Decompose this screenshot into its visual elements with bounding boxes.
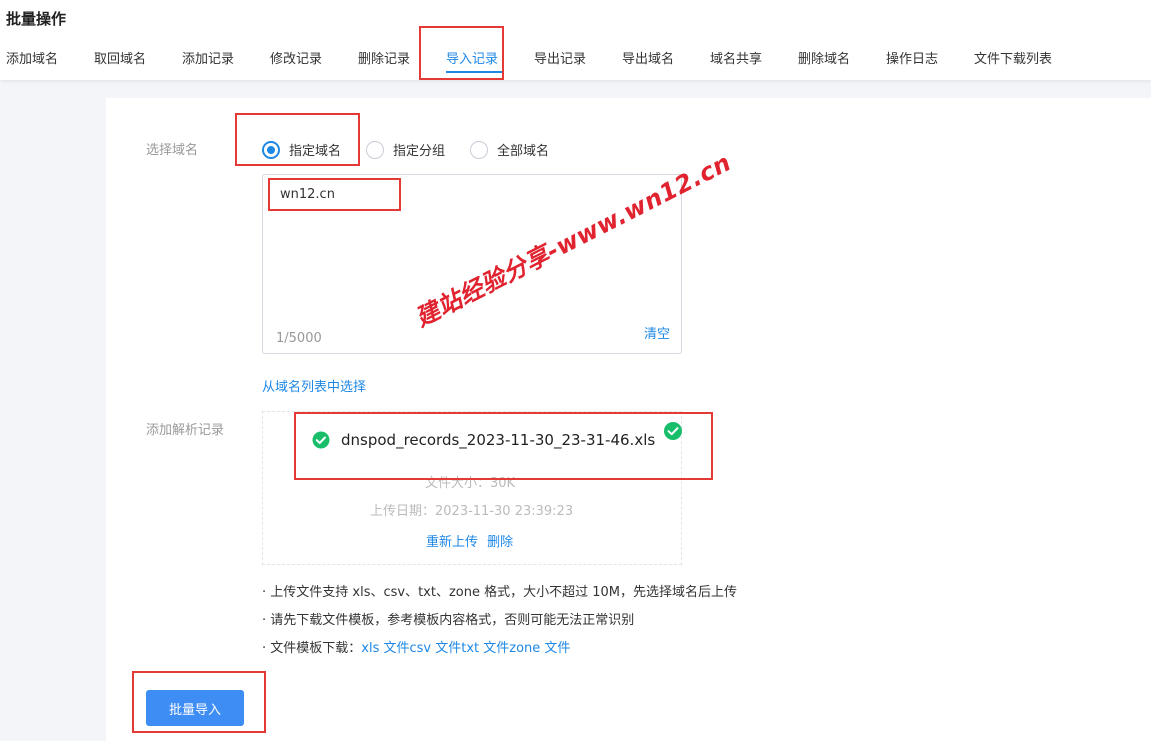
radio-circle-icon (262, 140, 280, 159)
upload-date-value: 2023-11-30 23:39:23 (435, 504, 574, 519)
tab-file-download-list[interactable]: 文件下载列表 (974, 48, 1052, 67)
radio-all-domains[interactable]: 全部域名 (470, 140, 549, 159)
domain-textarea-value: wn12.cn (280, 187, 335, 202)
tab-add-record[interactable]: 添加记录 (182, 48, 234, 67)
template-download-row: · 文件模板下载：xls 文件csv 文件txt 文件zone 文件 (262, 637, 570, 656)
reupload-link[interactable]: 重新上传 (426, 535, 478, 550)
upload-actions: 重新上传 删除 (426, 531, 513, 550)
add-records-label: 添加解析记录 (146, 423, 225, 438)
file-size-value: 30K (490, 476, 516, 491)
template-csv-link[interactable]: csv 文件 (409, 641, 461, 656)
tab-delete-domain[interactable]: 删除域名 (798, 48, 850, 67)
radio-circle-icon (470, 140, 488, 159)
tab-import-records[interactable]: 导入记录 (446, 48, 498, 67)
active-tab-indicator (446, 71, 502, 73)
tab-delete-record[interactable]: 删除记录 (358, 48, 410, 67)
domain-count: 1/5000 (276, 331, 322, 346)
select-domain-label: 选择域名 (146, 143, 199, 158)
tab-export-records[interactable]: 导出记录 (534, 48, 586, 67)
radio-specified-group[interactable]: 指定分组 (366, 140, 445, 159)
upload-date-label: 上传日期： (370, 504, 436, 519)
radio-circle-icon (366, 140, 384, 159)
file-name: dnspod_records_2023-11-30_23-31-46.xls (341, 431, 656, 449)
file-size-info: 文件大小：30K (425, 472, 515, 491)
tip-template: · 请先下载文件模板，参考模板内容格式，否则可能无法正常识别 (262, 613, 635, 628)
page-title: 批量操作 (6, 10, 67, 28)
delete-file-link[interactable]: 删除 (487, 535, 513, 550)
clear-link[interactable]: 清空 (644, 323, 670, 342)
radio-label: 指定域名 (289, 144, 342, 159)
template-txt-link[interactable]: txt 文件 (461, 641, 509, 656)
tip-formats: · 上传文件支持 xls、csv、txt、zone 格式，大小不超过 10M，先… (262, 585, 738, 600)
upload-success-check-icon (664, 422, 682, 440)
top-bar: 批量操作 添加域名 取回域名 添加记录 修改记录 删除记录 导入记录 导出记录 … (0, 0, 1151, 80)
upload-date-info: 上传日期：2023-11-30 23:39:23 (370, 500, 573, 519)
tab-domain-share[interactable]: 域名共享 (710, 48, 762, 67)
template-zone-link[interactable]: zone 文件 (509, 641, 570, 656)
file-size-label: 文件大小： (425, 476, 491, 491)
radio-label: 全部域名 (497, 144, 550, 159)
uploaded-file: dnspod_records_2023-11-30_23-31-46.xls (312, 431, 655, 449)
tab-retrieve-domain[interactable]: 取回域名 (94, 48, 146, 67)
tab-modify-record[interactable]: 修改记录 (270, 48, 322, 67)
batch-import-button[interactable]: 批量导入 (146, 690, 244, 726)
tab-operation-log[interactable]: 操作日志 (886, 48, 938, 67)
template-download-prefix: · 文件模板下载： (262, 641, 362, 656)
template-xls-link[interactable]: xls 文件 (361, 641, 409, 656)
radio-specified-domain[interactable]: 指定域名 (262, 140, 341, 159)
tab-export-domains[interactable]: 导出域名 (622, 48, 674, 67)
file-success-check-icon (312, 431, 330, 449)
radio-label: 指定分组 (393, 144, 446, 159)
tab-add-domain[interactable]: 添加域名 (6, 48, 58, 67)
pick-from-domain-list-link[interactable]: 从域名列表中选择 (262, 376, 366, 395)
